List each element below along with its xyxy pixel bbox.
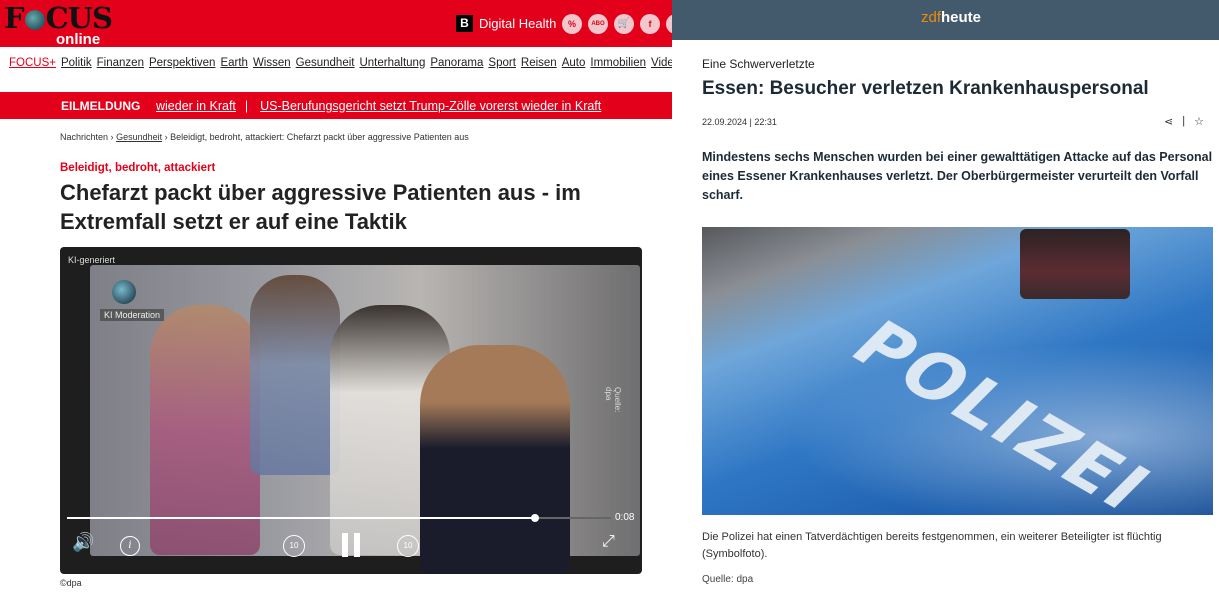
video-player[interactable]: KI-generiert KI Moderation Quelle: dpa 0…	[60, 247, 642, 574]
nav-item-earth[interactable]: Earth	[220, 57, 248, 69]
moderator-avatar	[112, 280, 136, 304]
video-progress-handle[interactable]	[530, 514, 539, 522]
video-time: 0:08	[615, 512, 635, 523]
bookmark-star-icon[interactable]: ☆	[1194, 115, 1204, 128]
breaking-label: EILMELDUNG	[61, 98, 141, 113]
police-car-image: POLIZEI	[702, 227, 1213, 515]
breadcrumb-separator: ›	[110, 132, 114, 142]
nav-item-wissen[interactable]: Wissen	[253, 57, 291, 69]
focus-logo-sub: online	[56, 31, 101, 48]
nav-item-politik[interactable]: Politik	[61, 57, 92, 69]
focus-logo[interactable]: F CUS online	[4, 4, 113, 49]
nav-item-video[interactable]: Video	[651, 57, 672, 69]
rewind-10-icon[interactable]: 10	[283, 535, 305, 557]
article-lead: Mindestens sechs Menschen wurden bei ein…	[702, 150, 1213, 202]
video-progress-bar[interactable]	[67, 514, 611, 522]
nav-item-finanzen[interactable]: Finanzen	[97, 57, 144, 69]
digital-health-label: Digital Health	[479, 16, 557, 31]
facebook-icon[interactable]: f	[640, 14, 660, 34]
forward-10-icon[interactable]: 10	[397, 535, 419, 557]
zdf-header: zdfheute	[672, 0, 1219, 40]
percent-icon[interactable]: %	[562, 14, 582, 34]
nav-item-auto[interactable]: Auto	[562, 57, 586, 69]
article-actions: ⋖ | ☆	[1164, 115, 1204, 128]
ki-generated-label: KI-generiert	[68, 255, 116, 265]
breaking-ticker-prev[interactable]: wieder in Kraft	[156, 99, 236, 113]
zdf-article-panel: zdfheute Eine Schwerverletzte Essen: Bes…	[672, 0, 1219, 599]
zdf-heute-logo[interactable]: zdfheute	[921, 9, 981, 26]
nav-item-immobilien[interactable]: Immobilien	[590, 57, 646, 69]
breadcrumb-item-nachrichten[interactable]: Nachrichten	[60, 132, 108, 142]
actions-separator: |	[1182, 115, 1186, 127]
breadcrumb: Nachrichten › Gesundheit › Beleidigt, be…	[60, 132, 469, 142]
fullscreen-icon[interactable]: ⤢	[602, 533, 615, 551]
breadcrumb-separator: ›	[164, 132, 168, 142]
breadcrumb-item-current: Beleidigt, bedroht, attackiert: Chefarzt…	[170, 132, 469, 142]
focus-article-panel: FCUS online B Digital Health % ABO 🛒 f •…	[0, 0, 672, 599]
ki-moderation-label: KI Moderation	[100, 309, 165, 321]
nav-item-panorama[interactable]: Panorama	[430, 57, 483, 69]
nav-item-focus-plus[interactable]: FOCUS+	[9, 57, 56, 69]
article-kicker: Eine Schwerverletzte	[702, 57, 815, 71]
breaking-separator: |	[244, 98, 249, 113]
globe-icon	[24, 10, 45, 30]
video-frame	[90, 265, 640, 574]
nav-item-reisen[interactable]: Reisen	[521, 57, 557, 69]
page-title: Chefarzt packt über aggressive Patienten…	[60, 180, 581, 234]
focus-header: FCUS online B Digital Health % ABO 🛒 f •	[0, 0, 672, 49]
video-progress-fill	[67, 517, 535, 519]
digital-health-link[interactable]: B Digital Health	[456, 15, 556, 32]
image-caption: Die Polizei hat einen Tatverdächtigen be…	[702, 531, 1162, 560]
info-icon[interactable]: i	[120, 536, 140, 556]
header-icons: % ABO 🛒 f •	[562, 14, 672, 34]
share-icon[interactable]: ⋖	[1164, 115, 1173, 128]
volume-icon[interactable]: 🔊	[72, 532, 94, 553]
breadcrumb-item-gesundheit[interactable]: Gesundheit	[116, 132, 162, 142]
breaking-news-bar: EILMELDUNG wieder in Kraft | US-Berufung…	[0, 92, 672, 119]
nav-item-perspektiven[interactable]: Perspektiven	[149, 57, 215, 69]
abo-icon[interactable]: ABO	[588, 14, 608, 34]
nav-item-gesundheit[interactable]: Gesundheit	[296, 57, 355, 69]
video-source-label: Quelle: dpa	[604, 387, 622, 413]
image-source: Quelle: dpa	[702, 574, 754, 585]
article-kicker: Beleidigt, bedroht, attackiert	[60, 162, 216, 174]
cart-icon[interactable]: 🛒	[614, 14, 634, 34]
nav-item-unterhaltung[interactable]: Unterhaltung	[359, 57, 425, 69]
b-badge-icon: B	[456, 15, 473, 32]
video-credit: ©dpa	[60, 578, 82, 588]
pause-icon[interactable]	[342, 533, 360, 557]
breaking-ticker-link[interactable]: US-Berufungsgericht setzt Trump-Zölle vo…	[260, 99, 601, 113]
nav-item-sport[interactable]: Sport	[488, 57, 516, 69]
article-date: 22.09.2024 | 22:31	[702, 117, 777, 127]
article-title: Essen: Besucher verletzen Krankenhausper…	[702, 78, 1149, 99]
main-nav: FOCUS+ Politik Finanzen Perspektiven Ear…	[9, 57, 672, 69]
